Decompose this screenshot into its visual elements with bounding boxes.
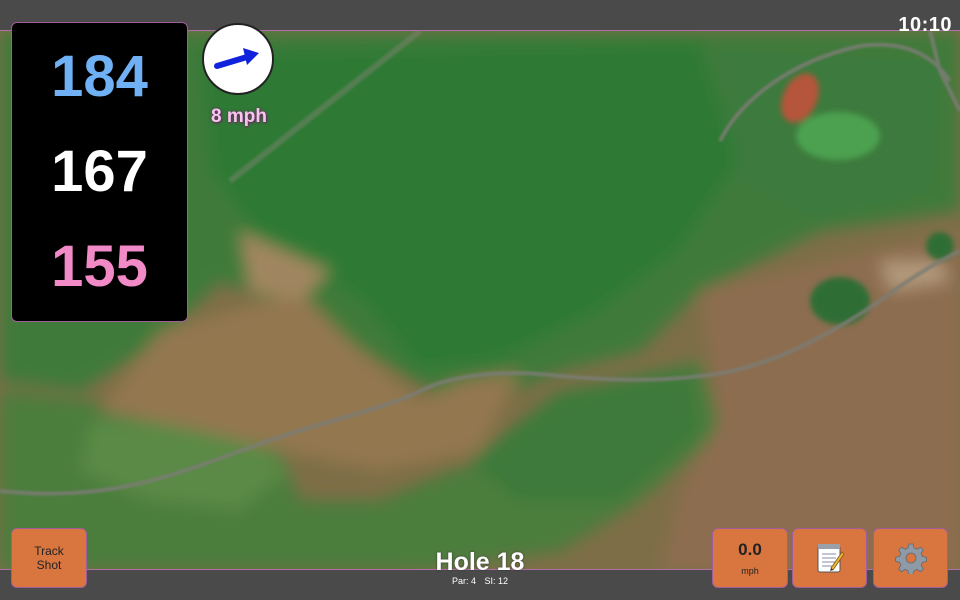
- wind-speed-label: 8 mph: [211, 106, 267, 127]
- settings-button[interactable]: [873, 528, 948, 588]
- speed-button[interactable]: 0.0 mph: [712, 528, 788, 588]
- distance-front: 155: [51, 234, 148, 300]
- hole-title: Hole 18: [435, 548, 525, 576]
- clock-time: 10:10: [898, 14, 952, 36]
- distance-middle: 167: [51, 138, 148, 204]
- distance-back: 184: [51, 43, 148, 109]
- track-shot-button[interactable]: Track Shot: [11, 528, 87, 588]
- wind-arrow-icon: [214, 48, 259, 69]
- speed-unit: mph: [741, 566, 759, 576]
- gear-icon: [894, 543, 927, 574]
- notepad-icon: [817, 544, 845, 573]
- hole-stroke-index: SI: 12: [484, 576, 509, 586]
- scorecard-notes-button[interactable]: [792, 528, 867, 588]
- track-shot-label-line1: Track: [34, 544, 64, 558]
- distance-panel: 184 167 155: [11, 22, 188, 322]
- speed-value: 0.0: [738, 540, 762, 559]
- hole-info: Hole 18 Par: 4 SI: 12: [400, 548, 560, 586]
- hole-details: Par: 4 SI: 12: [400, 576, 560, 586]
- hole-par: Par: 4: [451, 576, 476, 586]
- track-shot-label-line2: Shot: [36, 558, 62, 572]
- wind-direction-dial: [202, 23, 274, 95]
